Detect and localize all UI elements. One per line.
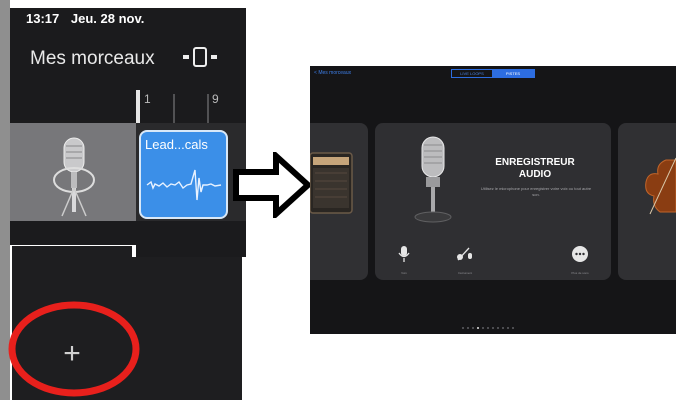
card-title-line2: AUDIO: [518, 169, 552, 180]
arrow-icon: [233, 152, 313, 218]
more-icon[interactable]: [568, 246, 592, 265]
segment-live-loops[interactable]: LIVE LOOPS: [452, 70, 492, 77]
back-link[interactable]: < Mes morceaux: [314, 70, 351, 76]
page-dot[interactable]: [492, 327, 494, 329]
ruler-mark-1: 1: [144, 92, 151, 106]
page-dot[interactable]: [472, 327, 474, 329]
page-dot[interactable]: [482, 327, 484, 329]
violin-icon: [645, 157, 676, 215]
status-date: Jeu. 28 nov.: [70, 11, 145, 26]
card-title: ENREGISTREUR AUDIO: [490, 157, 580, 181]
page-dot[interactable]: [477, 327, 479, 329]
page-dot[interactable]: [462, 327, 464, 329]
guitar-mic-icon[interactable]: [453, 246, 477, 265]
page-dot[interactable]: [512, 327, 514, 329]
back-link-label: Mes morceaux: [318, 70, 352, 76]
segment-pistes[interactable]: PISTES: [492, 70, 534, 77]
view-toggle-icon[interactable]: [182, 42, 218, 72]
page-dot[interactable]: [502, 327, 504, 329]
status-time: 13:17: [26, 11, 60, 26]
card-title-line1: ENREGISTREUR: [495, 157, 575, 168]
card-description: Utilisez le microphone pour enregistrer …: [480, 186, 592, 197]
option-label-instrument: Instrument: [457, 271, 473, 275]
page-dot[interactable]: [507, 327, 509, 329]
waveform-icon: [146, 169, 222, 201]
status-bar: 13:17 Jeu. 28 nov.: [10, 8, 246, 30]
highlight-ring: [8, 301, 140, 397]
ruler-mark-9: 9: [212, 92, 219, 106]
region-label: Lead...cals: [145, 137, 208, 152]
page-title[interactable]: Mes morceaux: [30, 48, 155, 70]
option-label-voice: Voix: [401, 271, 407, 275]
option-label-more: Plus de sons: [571, 271, 589, 275]
page-dot[interactable]: [467, 327, 469, 329]
mic-icon[interactable]: [392, 246, 416, 265]
lane-empty: [136, 221, 246, 257]
microphone-icon: [414, 136, 452, 223]
lane-empty-lower: [132, 257, 242, 400]
page-dot[interactable]: [487, 327, 489, 329]
page-dot[interactable]: [497, 327, 499, 329]
amp-icon: [310, 152, 353, 214]
studio-mic-icon: [53, 137, 95, 217]
track-list-empty: [10, 221, 136, 245]
